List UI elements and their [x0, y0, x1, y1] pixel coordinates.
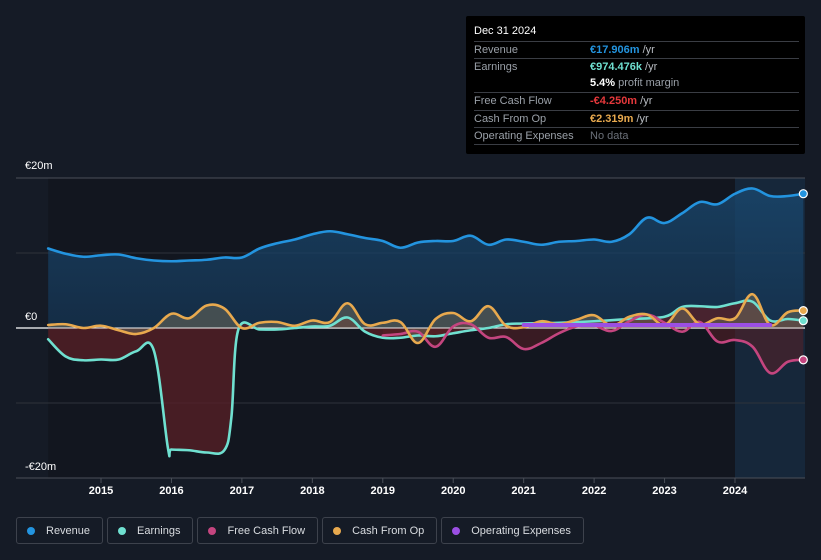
- tooltip-label: Earnings: [474, 61, 518, 73]
- legend-label: Cash From Op: [352, 524, 425, 537]
- legend-label: Revenue: [46, 524, 91, 537]
- x-tick-label: 2018: [300, 485, 325, 497]
- y-tick-label-top: €20m: [25, 160, 53, 172]
- tooltip-divider: [474, 144, 799, 145]
- legend-item-cash-from-op[interactable]: Cash From Op: [322, 517, 438, 544]
- x-tick-label: 2017: [229, 485, 255, 497]
- x-tick-label: 2023: [652, 485, 677, 497]
- legend-item-free-cash-flow[interactable]: Free Cash Flow: [197, 517, 319, 544]
- y-tick-label-zero: €0: [25, 311, 38, 323]
- legend-item-earnings[interactable]: Earnings: [107, 517, 194, 544]
- tooltip-value: No data: [590, 130, 629, 142]
- revenue-end-marker: [798, 189, 808, 199]
- legend-dot-icon: [333, 526, 342, 535]
- x-tick-label: 2019: [370, 485, 396, 497]
- x-tick-label: 2020: [440, 485, 466, 497]
- tooltip-row-revenue: Revenue €17.906m /yr: [474, 41, 799, 59]
- legend-item-revenue[interactable]: Revenue: [16, 517, 104, 544]
- x-tick-label: 2022: [581, 485, 607, 497]
- tooltip-label: Free Cash Flow: [474, 95, 552, 107]
- tooltip-row-profit-margin: 5.4% profit margin: [474, 75, 799, 92]
- legend-label: Free Cash Flow: [227, 524, 306, 537]
- legend-label: Operating Expenses: [471, 524, 571, 537]
- legend-dot-icon: [27, 526, 35, 535]
- tooltip-unit: /yr: [642, 61, 658, 73]
- legend-dot-icon: [118, 526, 127, 535]
- cash-from-op-end-marker: [798, 306, 808, 316]
- legend-item-operating-expenses[interactable]: Operating Expenses: [441, 517, 584, 544]
- legend: Revenue Earnings Free Cash Flow Cash Fro…: [16, 517, 584, 544]
- tooltip-value: €17.906m: [590, 44, 640, 56]
- tooltip-row-free-cash-flow: Free Cash Flow -€4.250m /yr: [474, 92, 799, 110]
- tooltip-label: Operating Expenses: [474, 130, 574, 142]
- tooltip-value: €2.319m: [590, 113, 634, 125]
- legend-dot-icon: [452, 526, 461, 535]
- tooltip-value: €974.476k: [590, 61, 642, 73]
- earnings-end-marker: [798, 316, 808, 326]
- tooltip-date: Dec 31 2024: [474, 25, 537, 37]
- x-tick-label: 2024: [722, 485, 748, 497]
- tooltip-panel: Dec 31 2024 Revenue €17.906m /yr Earning…: [466, 16, 805, 154]
- legend-label: Earnings: [137, 524, 181, 537]
- tooltip-label: Revenue: [474, 44, 519, 56]
- tooltip-row-earnings: Earnings €974.476k /yr: [474, 58, 799, 76]
- tooltip-unit: /yr: [633, 113, 649, 125]
- free-cash-flow-end-marker: [798, 355, 808, 365]
- tooltip-label: Cash From Op: [474, 113, 547, 125]
- tooltip-value: -€4.250m: [590, 95, 638, 107]
- tooltip-unit: profit margin: [615, 77, 680, 89]
- x-tick-label: 2016: [159, 485, 184, 497]
- x-tick-label: 2021: [511, 485, 536, 497]
- tooltip-row-operating-expenses: Operating Expenses No data: [474, 127, 799, 145]
- x-tick-label: 2015: [88, 485, 114, 497]
- y-tick-label-bottom: -€20m: [25, 461, 57, 473]
- tooltip-value: 5.4%: [590, 77, 616, 89]
- legend-dot-icon: [208, 526, 217, 535]
- tooltip-unit: /yr: [639, 44, 655, 56]
- tooltip-unit: /yr: [637, 95, 653, 107]
- tooltip-row-cash-from-op: Cash From Op €2.319m /yr: [474, 110, 799, 128]
